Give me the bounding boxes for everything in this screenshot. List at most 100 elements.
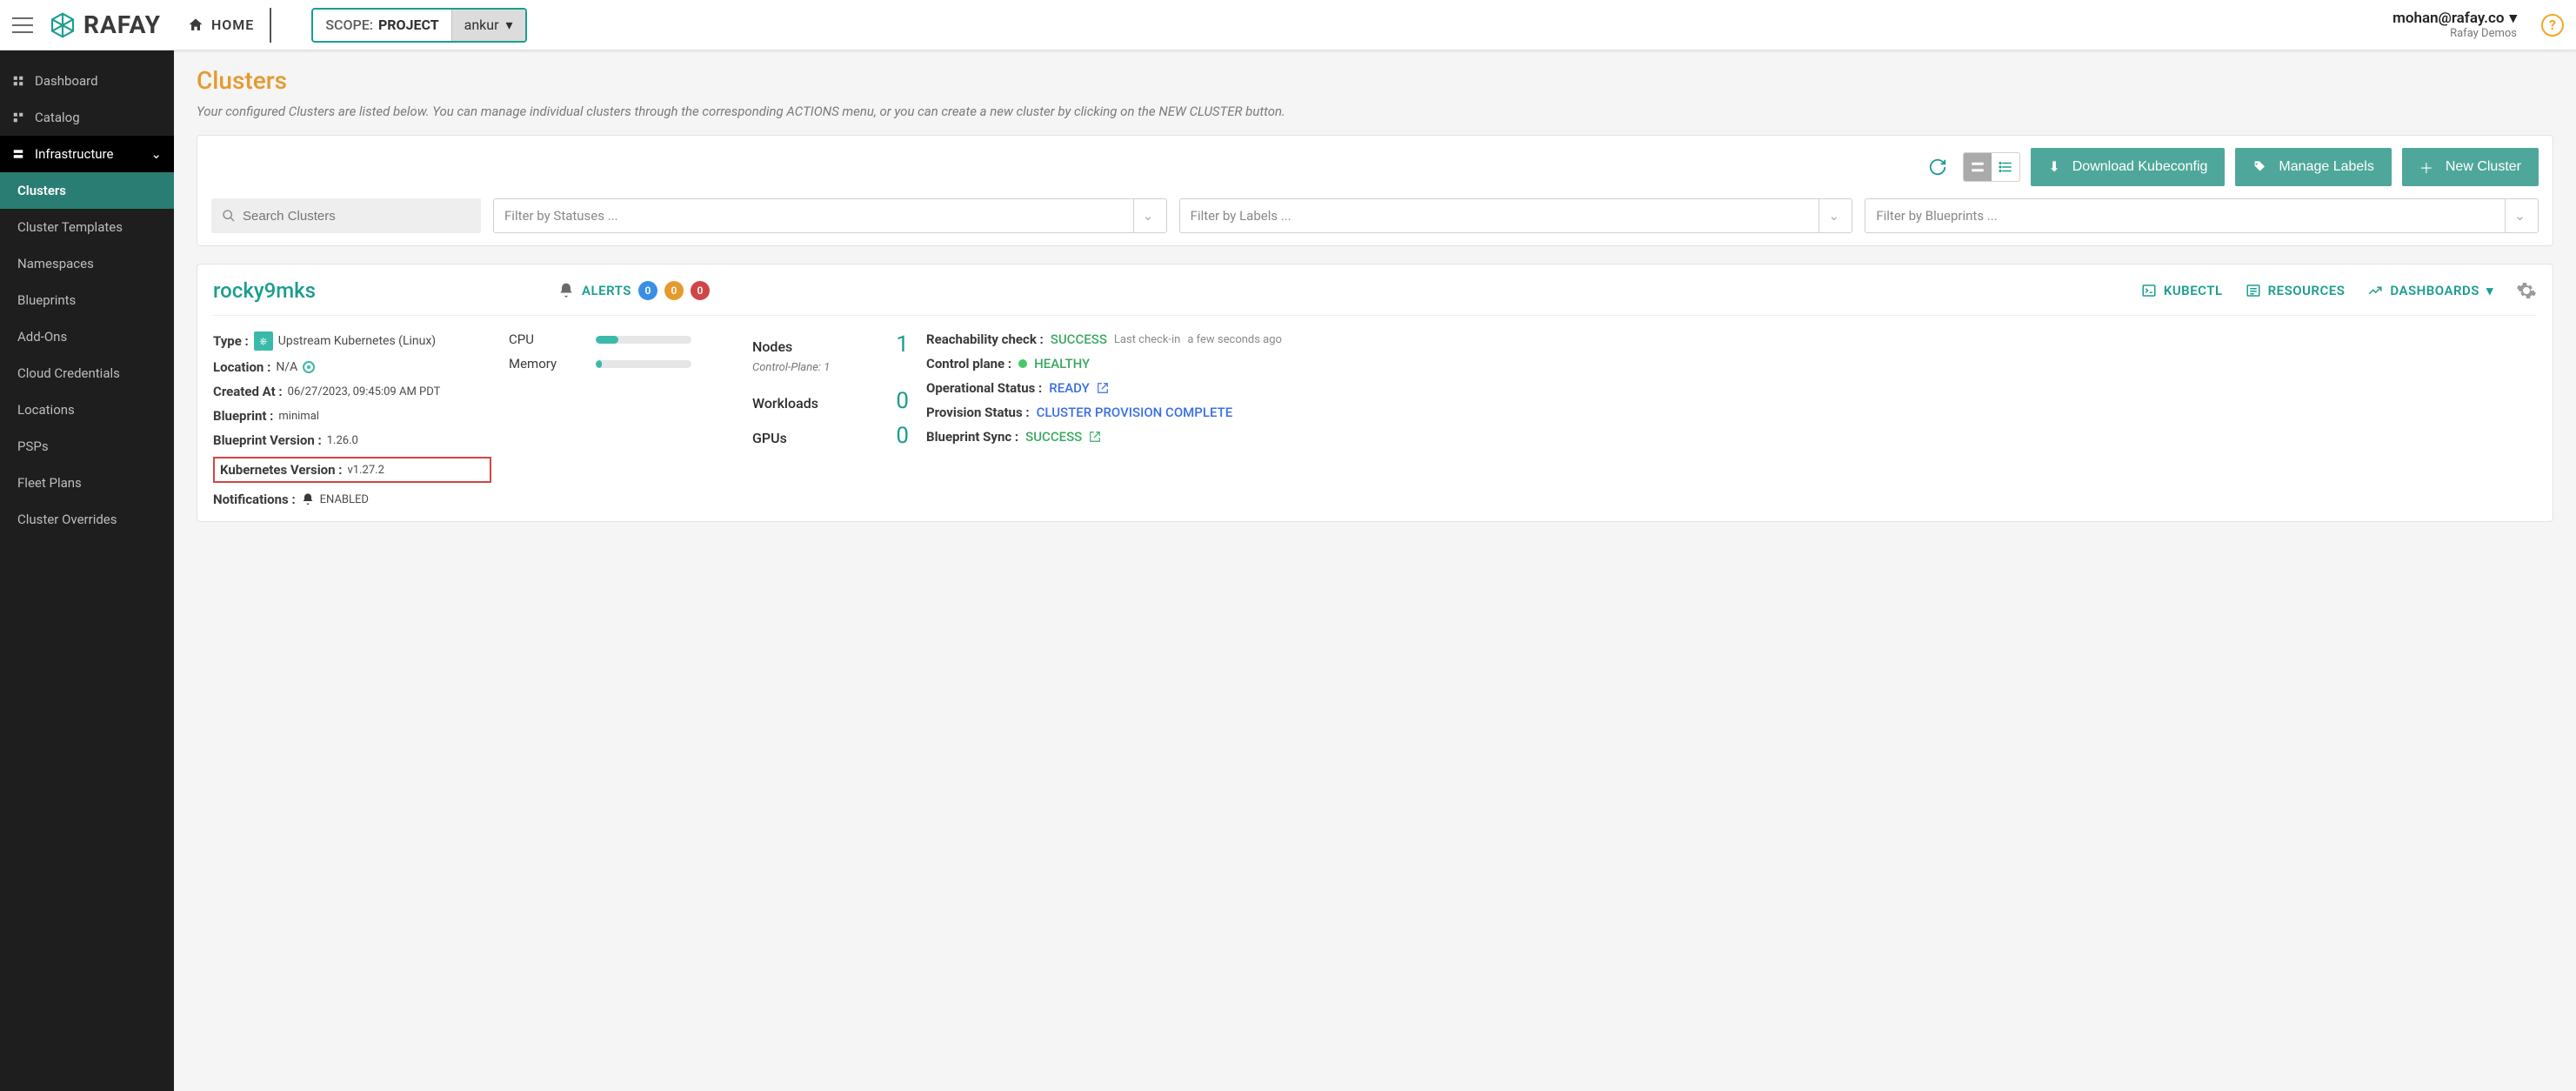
chevron-down-icon: ⌄ [150, 146, 162, 162]
sidebar-sub-namespaces[interactable]: Namespaces [0, 245, 174, 282]
sidebar-sub-locations[interactable]: Locations [0, 392, 174, 428]
logo[interactable]: RAFAY [49, 10, 161, 39]
sidebar-sub-blueprints[interactable]: Blueprints [0, 282, 174, 318]
user-menu[interactable]: mohan@rafay.co ▾ Rafay Demos ? [2392, 10, 2564, 40]
memory-label: Memory [509, 356, 570, 371]
new-cluster-button[interactable]: ＋ New Cluster [2402, 148, 2539, 186]
nodes-stat[interactable]: Nodes 1 [752, 331, 909, 358]
tag-icon [2252, 160, 2266, 174]
kubectl-link[interactable]: KUBECTL [2141, 283, 2223, 298]
gpus-stat[interactable]: GPUs 0 [752, 423, 909, 449]
location-icon [303, 361, 315, 373]
reachability-status: Reachability check : SUCCESS Last check-… [926, 331, 2537, 347]
filter-labels-select[interactable]: Filter by Labels ... ⌄ [1179, 198, 1853, 233]
user-email: mohan@rafay.co ▾ [2392, 10, 2517, 27]
list-icon [2246, 283, 2261, 298]
view-toggle [1963, 152, 2020, 182]
home-label: HOME [211, 17, 254, 33]
sidebar-sublist: Clusters Cluster Templates Namespaces Bl… [0, 172, 174, 538]
sidebar-sub-cluster-templates[interactable]: Cluster Templates [0, 209, 174, 245]
provision-status: Provision Status : CLUSTER PROVISION COM… [926, 405, 2537, 420]
view-list-button[interactable] [1992, 153, 2019, 181]
sidebar-sub-addons[interactable]: Add-Ons [0, 318, 174, 355]
view-grid-button[interactable] [1964, 153, 1992, 181]
cluster-blueprint-row: Blueprint : minimal [213, 408, 491, 424]
search-icon [222, 209, 236, 223]
cluster-name-link[interactable]: rocky9mks [213, 278, 316, 303]
upstream-icon: ⎈ [254, 331, 273, 351]
divider [270, 8, 271, 43]
chevron-down-icon: ⌄ [1133, 199, 1163, 232]
refresh-button[interactable] [1923, 152, 1952, 182]
cpu-meter [596, 336, 691, 344]
manage-labels-button[interactable]: Manage Labels [2235, 148, 2391, 186]
blueprint-sync-status: Blueprint Sync : SUCCESS [926, 429, 2537, 445]
link-label: KUBECTL [2164, 283, 2223, 298]
cluster-notifications-row: Notifications : ENABLED [213, 492, 491, 507]
help-icon[interactable]: ? [2541, 14, 2564, 37]
select-placeholder: Filter by Labels ... [1191, 208, 1291, 224]
chevron-down-icon: ⌄ [2505, 199, 2534, 232]
topbar: RAFAY HOME SCOPE: PROJECT ankur ▾ mohan@… [0, 0, 2576, 50]
button-label: Manage Labels [2279, 159, 2373, 175]
bell-icon [301, 492, 315, 506]
bell-icon [557, 282, 575, 299]
toolbar-panel: ⬇ Download Kubeconfig Manage Labels ＋ Ne… [197, 135, 2553, 246]
chevron-down-icon: ⌄ [1819, 199, 1848, 232]
home-button[interactable]: HOME [187, 17, 254, 34]
cluster-type-row: Type : ⎈ Upstream Kubernetes (Linux) [213, 331, 491, 351]
cluster-settings-button[interactable] [2516, 280, 2537, 301]
scope-selected-value: ankur [464, 17, 499, 33]
scope-label-area: SCOPE: PROJECT [313, 17, 450, 33]
select-placeholder: Filter by Statuses ... [504, 208, 618, 224]
page-description: Your configured Clusters are listed belo… [197, 104, 2553, 119]
memory-meter [596, 360, 691, 368]
cluster-card: rocky9mks ALERTS 0 0 0 KUBECTL [197, 264, 2553, 522]
caret-down-icon: ▾ [2509, 10, 2517, 27]
search-input[interactable] [243, 209, 470, 224]
dashboards-link[interactable]: DASHBOARDS ▾ [2367, 283, 2493, 298]
sidebar-item-infrastructure[interactable]: Infrastructure ⌄ [0, 136, 174, 172]
filter-status-select[interactable]: Filter by Statuses ... ⌄ [493, 198, 1167, 233]
filter-blueprints-select[interactable]: Filter by Blueprints ... ⌄ [1865, 198, 2539, 233]
button-label: New Cluster [2446, 159, 2521, 175]
sidebar-item-catalog[interactable]: Catalog [0, 99, 174, 136]
sidebar-item-dashboard[interactable]: Dashboard [0, 63, 174, 99]
workloads-stat[interactable]: Workloads 0 [752, 388, 909, 414]
user-org: Rafay Demos [2450, 27, 2517, 40]
scope-prefix: SCOPE: [325, 17, 373, 33]
status-dot-icon [1018, 359, 1027, 368]
menu-toggle-icon[interactable] [12, 17, 33, 33]
cpu-label: CPU [509, 331, 570, 347]
sidebar-sub-psps[interactable]: PSPs [0, 428, 174, 465]
plus-icon: ＋ [2419, 157, 2433, 177]
external-link-icon[interactable] [1097, 382, 1109, 394]
operational-status: Operational Status : READY [926, 380, 2537, 396]
search-clusters[interactable] [211, 198, 481, 233]
cluster-header: rocky9mks ALERTS 0 0 0 KUBECTL [213, 278, 2537, 316]
sidebar: Dashboard Catalog Infrastructure ⌄ Clust… [0, 50, 174, 1091]
catalog-icon [12, 111, 24, 124]
resources-link[interactable]: RESOURCES [2246, 283, 2346, 298]
home-icon [187, 17, 204, 34]
external-link-icon[interactable] [1089, 431, 1101, 443]
sidebar-sub-fleet-plans[interactable]: Fleet Plans [0, 465, 174, 501]
caret-down-icon: ▾ [2486, 283, 2493, 298]
alerts-info-badge: 0 [638, 281, 657, 300]
sidebar-sub-clusters[interactable]: Clusters [0, 172, 174, 209]
sidebar-item-label: Infrastructure [35, 146, 113, 162]
button-label: Download Kubeconfig [2072, 159, 2208, 175]
scope-dropdown[interactable]: ankur ▾ [451, 10, 525, 41]
link-label: DASHBOARDS [2390, 283, 2479, 298]
sidebar-sub-cloud-credentials[interactable]: Cloud Credentials [0, 355, 174, 392]
main-content: Clusters Your configured Clusters are li… [174, 50, 2576, 1091]
link-label: RESOURCES [2268, 283, 2346, 298]
alerts-block[interactable]: ALERTS 0 0 0 [557, 281, 710, 300]
page-title: Clusters [197, 66, 2553, 95]
scope-selector[interactable]: SCOPE: PROJECT ankur ▾ [311, 8, 526, 43]
terminal-icon [2141, 283, 2157, 298]
alerts-label: ALERTS [582, 283, 631, 298]
alerts-warn-badge: 0 [664, 281, 684, 300]
sidebar-sub-cluster-overrides[interactable]: Cluster Overrides [0, 501, 174, 538]
download-kubeconfig-button[interactable]: ⬇ Download Kubeconfig [2031, 148, 2225, 186]
